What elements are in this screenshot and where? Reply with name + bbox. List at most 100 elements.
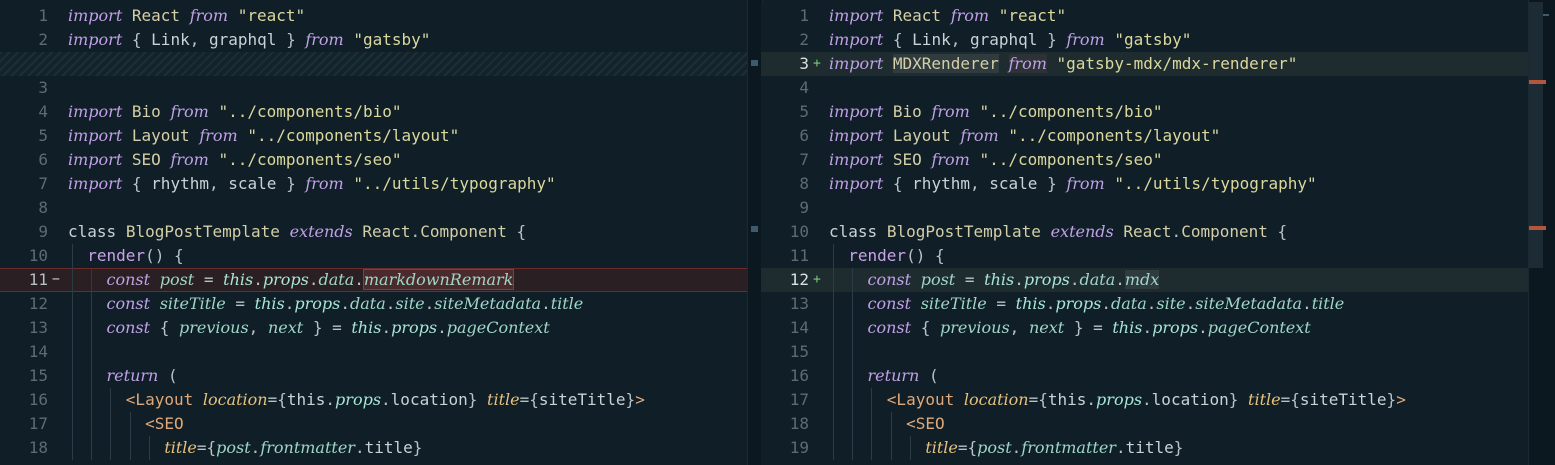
code-text[interactable]: render() {: [829, 244, 944, 268]
code-line[interactable]: 17 <SEO: [0, 412, 747, 436]
code-text[interactable]: import MDXRenderer from "gatsby-mdx/mdx-…: [829, 52, 1297, 76]
code-text[interactable]: class BlogPostTemplate extends React.Com…: [68, 220, 526, 244]
line-number[interactable]: 15: [761, 340, 809, 364]
code-line[interactable]: 17 <Layout location={this.props.location…: [761, 388, 1528, 412]
code-text[interactable]: import Bio from "../components/bio": [829, 100, 1162, 124]
code-text[interactable]: const siteTitle = this.props.data.site.s…: [829, 292, 1345, 316]
code-text[interactable]: import Layout from "../components/layout…: [829, 124, 1220, 148]
code-line[interactable]: 10 render() {: [0, 244, 747, 268]
line-number[interactable]: 1: [0, 4, 48, 28]
code-line[interactable]: 4: [761, 76, 1528, 100]
code-text[interactable]: <SEO: [829, 412, 945, 436]
code-text[interactable]: const siteTitle = this.props.data.site.s…: [68, 292, 584, 316]
line-number[interactable]: 4: [761, 76, 809, 100]
line-number[interactable]: 3: [761, 52, 809, 76]
code-line[interactable]: 7 import { rhythm, scale } from "../utils…: [0, 172, 747, 196]
code-text[interactable]: import { Link, graphql } from "gatsby": [829, 28, 1191, 52]
line-number[interactable]: 10: [0, 244, 48, 268]
line-number[interactable]: 8: [761, 172, 809, 196]
minimap-scrollbar[interactable]: [1528, 0, 1555, 465]
code-line[interactable]: 6 import SEO from "../components/seo": [0, 148, 747, 172]
code-text[interactable]: title={post.frontmatter.title}: [68, 436, 422, 460]
code-text[interactable]: import { rhythm, scale } from "../utils/…: [829, 172, 1317, 196]
code-text[interactable]: title={post.frontmatter.title}: [829, 436, 1183, 460]
line-number[interactable]: 15: [0, 364, 48, 388]
line-number[interactable]: 4: [0, 100, 48, 124]
line-number[interactable]: 18: [0, 436, 48, 460]
code-text[interactable]: import Bio from "../components/bio": [68, 100, 401, 124]
code-text[interactable]: return (: [68, 364, 178, 388]
code-line[interactable]: 5 import Layout from "../components/layou…: [0, 124, 747, 148]
code-text[interactable]: render() {: [68, 244, 183, 268]
line-number[interactable]: 6: [0, 148, 48, 172]
code-text[interactable]: import { rhythm, scale } from "../utils/…: [68, 172, 556, 196]
code-line[interactable]: 9 class BlogPostTemplate extends React.Co…: [0, 220, 747, 244]
code-line[interactable]: 18 <SEO: [761, 412, 1528, 436]
code-line[interactable]: 16 <Layout location={this.props.location…: [0, 388, 747, 412]
line-number[interactable]: 18: [761, 412, 809, 436]
code-text[interactable]: <Layout location={this.props.location} t…: [68, 388, 645, 412]
line-number[interactable]: 14: [761, 316, 809, 340]
code-line[interactable]: 8: [0, 196, 747, 220]
line-number[interactable]: 14: [0, 340, 48, 364]
added-line[interactable]: 3 + import MDXRenderer from "gatsby-mdx/md…: [761, 52, 1528, 76]
line-number[interactable]: 7: [761, 148, 809, 172]
code-text[interactable]: import Layout from "../components/layout…: [68, 124, 459, 148]
code-text[interactable]: return (: [829, 364, 939, 388]
line-number[interactable]: 11: [0, 268, 48, 292]
code-line[interactable]: 3: [0, 76, 747, 100]
code-line[interactable]: 14 const { previous, next } = this.props…: [761, 316, 1528, 340]
code-line[interactable]: 16 return (: [761, 364, 1528, 388]
code-line[interactable]: 12 const siteTitle = this.props.data.sit…: [0, 292, 747, 316]
line-number[interactable]: 12: [761, 268, 809, 292]
line-number[interactable]: 9: [0, 220, 48, 244]
line-number[interactable]: 8: [0, 196, 48, 220]
code-text[interactable]: const post = this.props.data.markdownRem…: [68, 268, 515, 292]
code-line[interactable]: 15: [761, 340, 1528, 364]
code-line[interactable]: 15 return (: [0, 364, 747, 388]
added-line[interactable]: 12 + const post = this.props.data.mdx: [761, 268, 1528, 292]
line-number[interactable]: 3: [0, 76, 48, 100]
code-line[interactable]: 13 const { previous, next } = this.props…: [0, 316, 747, 340]
code-text[interactable]: const post = this.props.data.mdx: [829, 268, 1160, 292]
line-number[interactable]: 5: [761, 100, 809, 124]
code-text[interactable]: import { Link, graphql } from "gatsby": [68, 28, 430, 52]
code-text[interactable]: import React from "react": [68, 4, 305, 28]
code-line[interactable]: 1 import React from "react": [761, 4, 1528, 28]
line-number[interactable]: 2: [0, 28, 48, 52]
line-number[interactable]: 11: [761, 244, 809, 268]
code-line[interactable]: 13 const siteTitle = this.props.data.sit…: [761, 292, 1528, 316]
line-number[interactable]: 10: [761, 220, 809, 244]
code-line[interactable]: 8 import { rhythm, scale } from "../utils…: [761, 172, 1528, 196]
code-line[interactable]: 2 import { Link, graphql } from "gatsby": [761, 28, 1528, 52]
line-number[interactable]: 1: [761, 4, 809, 28]
line-number[interactable]: 2: [761, 28, 809, 52]
line-number[interactable]: 9: [761, 196, 809, 220]
line-number[interactable]: 16: [0, 388, 48, 412]
code-text[interactable]: const { previous, next } = this.props.pa…: [68, 316, 550, 340]
line-number[interactable]: 19: [761, 436, 809, 460]
code-text[interactable]: import SEO from "../components/seo": [829, 148, 1162, 172]
line-number[interactable]: [0, 52, 48, 76]
code-text[interactable]: import React from "react": [829, 4, 1066, 28]
code-text[interactable]: import SEO from "../components/seo": [68, 148, 401, 172]
code-line[interactable]: 11 render() {: [761, 244, 1528, 268]
line-number[interactable]: 13: [0, 316, 48, 340]
code-text[interactable]: const { previous, next } = this.props.pa…: [829, 316, 1311, 340]
diff-filler-row[interactable]: [0, 52, 747, 76]
code-line[interactable]: 14: [0, 340, 747, 364]
code-line[interactable]: 6 import Layout from "../components/layou…: [761, 124, 1528, 148]
line-number[interactable]: 12: [0, 292, 48, 316]
line-number[interactable]: 16: [761, 364, 809, 388]
code-line[interactable]: 7 import SEO from "../components/seo": [761, 148, 1528, 172]
line-number[interactable]: 6: [761, 124, 809, 148]
code-line[interactable]: 1 import React from "react": [0, 4, 747, 28]
code-text[interactable]: class BlogPostTemplate extends React.Com…: [829, 220, 1287, 244]
code-line[interactable]: 18 title={post.frontmatter.title}: [0, 436, 747, 460]
line-number[interactable]: 17: [0, 412, 48, 436]
line-number[interactable]: 7: [0, 172, 48, 196]
code-line[interactable]: 5 import Bio from "../components/bio": [761, 100, 1528, 124]
line-number[interactable]: 5: [0, 124, 48, 148]
code-line[interactable]: 19 title={post.frontmatter.title}: [761, 436, 1528, 460]
line-number[interactable]: 17: [761, 388, 809, 412]
